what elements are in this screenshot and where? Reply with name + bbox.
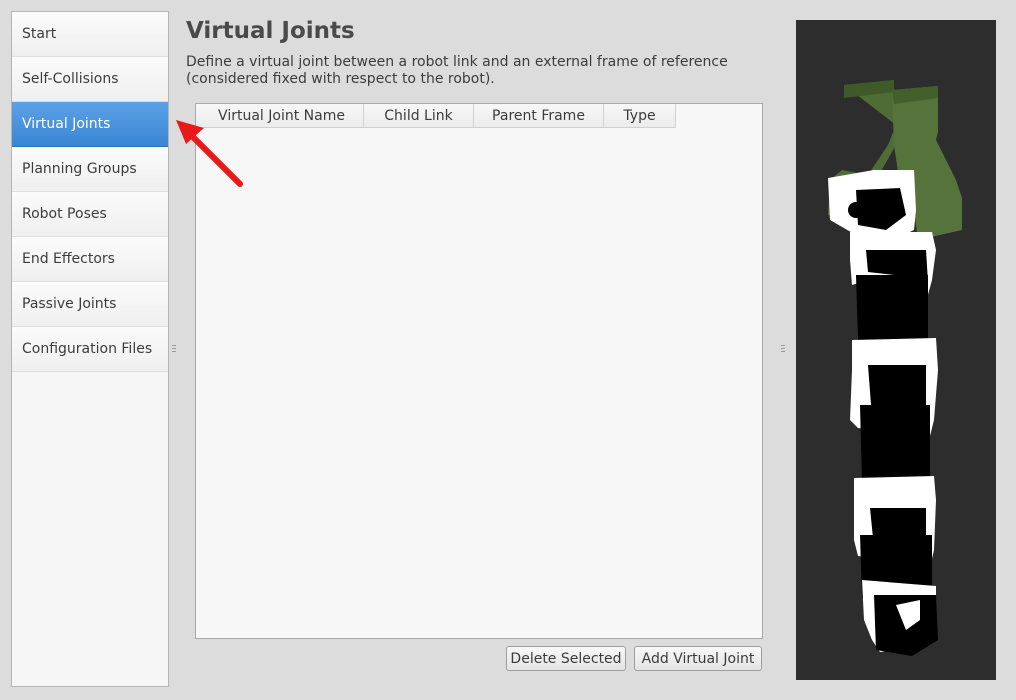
sidebar-item-label: Virtual Joints bbox=[22, 116, 111, 132]
grip-icon bbox=[172, 345, 176, 352]
page-title: Virtual Joints bbox=[186, 18, 355, 44]
delete-selected-button[interactable]: Delete Selected bbox=[506, 646, 626, 671]
sidebar-item-label: Planning Groups bbox=[22, 161, 137, 177]
column-header-type[interactable]: Type bbox=[604, 104, 676, 128]
virtual-joints-table[interactable]: Virtual Joint Name Child Link Parent Fra… bbox=[195, 103, 763, 639]
splitter-handle-left[interactable] bbox=[172, 345, 176, 353]
sidebar-item-label: Configuration Files bbox=[22, 341, 153, 357]
robot-arm-model bbox=[828, 80, 962, 656]
moveit-setup-assistant-window: Start Self-Collisions Virtual Joints Pla… bbox=[0, 0, 1016, 700]
sidebar-item-virtual-joints[interactable]: Virtual Joints bbox=[12, 102, 168, 147]
add-virtual-joint-button[interactable]: Add Virtual Joint bbox=[634, 646, 762, 671]
sidebar-item-label: Start bbox=[22, 26, 57, 42]
column-header-child-link[interactable]: Child Link bbox=[364, 104, 474, 128]
sidebar-item-end-effectors[interactable]: End Effectors bbox=[12, 237, 168, 282]
sidebar-item-label: Robot Poses bbox=[22, 206, 107, 222]
sidebar-item-passive-joints[interactable]: Passive Joints bbox=[12, 282, 168, 327]
sidebar-item-label: End Effectors bbox=[22, 251, 115, 267]
sidebar-item-self-collisions[interactable]: Self-Collisions bbox=[12, 57, 168, 102]
grip-icon bbox=[781, 345, 785, 352]
robot-3d-viewer[interactable] bbox=[796, 20, 996, 680]
sidebar-nav: Start Self-Collisions Virtual Joints Pla… bbox=[11, 11, 169, 687]
table-header: Virtual Joint Name Child Link Parent Fra… bbox=[196, 104, 676, 128]
sidebar-item-start[interactable]: Start bbox=[12, 12, 168, 57]
sidebar-item-label: Passive Joints bbox=[22, 296, 117, 312]
column-header-parent-frame[interactable]: Parent Frame bbox=[474, 104, 604, 128]
sidebar-item-label: Self-Collisions bbox=[22, 71, 119, 87]
page-description: Define a virtual joint between a robot l… bbox=[186, 54, 728, 87]
splitter-handle-right[interactable] bbox=[781, 345, 785, 353]
sidebar-item-planning-groups[interactable]: Planning Groups bbox=[12, 147, 168, 192]
annotation-arrow-icon bbox=[176, 120, 243, 187]
sidebar-item-robot-poses[interactable]: Robot Poses bbox=[12, 192, 168, 237]
sidebar-item-configuration-files[interactable]: Configuration Files bbox=[12, 327, 168, 372]
